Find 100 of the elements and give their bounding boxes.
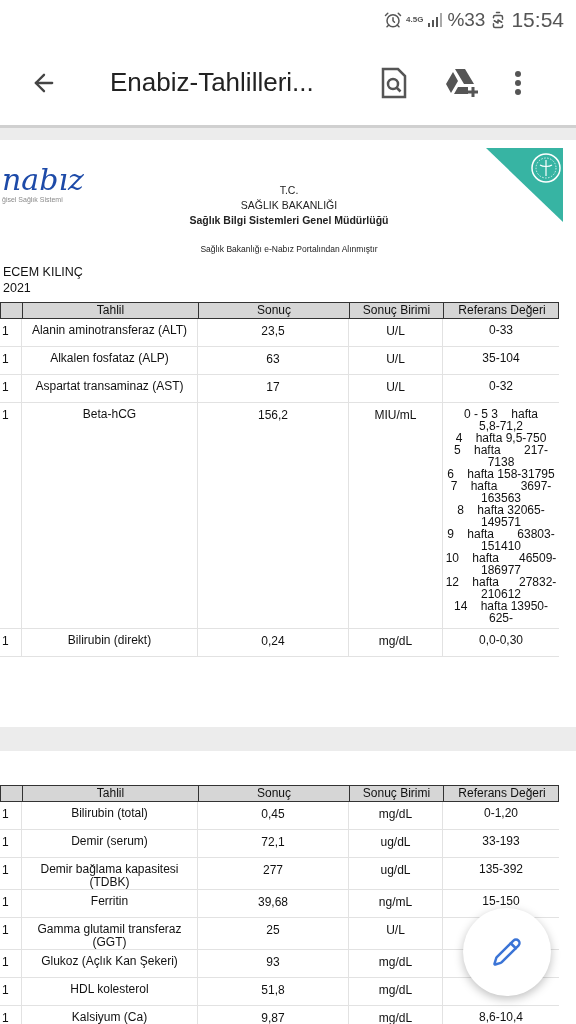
table-cell: Alanin aminotransferaz (ALT) [31,322,188,337]
table-cell-text: 186977 [479,563,522,576]
patient-name: ECEM KILINÇ [3,263,84,280]
table-cell: Gamma glutamil transferaz (GGT) [37,922,182,949]
table-cell: ng/mL [378,895,413,909]
table-cell: mg/dL [378,807,413,821]
table-cell: 1 [2,807,9,821]
table-cell-text: 0 - 5 3 hafta [462,407,539,420]
table-cell: 93 [266,955,280,969]
table-cell: 1 [2,351,9,366]
table-cell: 72,1 [261,835,285,849]
table-cell-text: 33-193 [481,835,521,847]
logo-text: nabız [2,166,85,194]
table-cell-text: 9 hafta 63803- [446,527,556,540]
table-cell: mg/dL [378,1011,413,1024]
clock: 15:54 [511,7,564,34]
table-cell: 1 [2,1011,9,1024]
table-cell: Demir bağlama kapasitesi (TDBK) [40,862,179,889]
table-cell: 9,87 [261,1011,285,1024]
table-cell: 23,5 [261,323,285,338]
table-cell-text: 14 hafta 13950- [452,599,550,612]
table-cell-text: 149571 [479,515,522,528]
table-cell-text: 0-32 [488,379,514,392]
column-header: Sonuç Birimi [350,302,444,318]
table-cell: Glukoz (Açlık Kan Şekeri) [41,954,178,968]
table-cell-text: 7138 [486,455,516,468]
table-cell: Bilirubin (total) [71,806,148,820]
table-cell-text: 163563 [479,491,522,504]
table-cell: Beta-hCG [82,406,137,421]
table-cell-text: 0,0-0,30 [477,633,524,646]
table-cell-text: 210612 [479,587,522,600]
column-header: Sonuç [199,302,350,318]
table-cell: 51,8 [261,983,285,997]
table-cell: mg/dL [378,983,413,997]
report-date: 2021 [3,279,32,296]
header-line: T.C. [279,183,299,198]
table-cell: 277 [263,863,283,877]
column-header: Sonuç [199,786,350,801]
table-cell: ug/dL [380,863,411,877]
table-cell: 0,45 [261,807,285,821]
pencil-icon [492,937,522,967]
table-cell: HDL kolesterol [70,982,149,996]
column-header: Referans Değeri [457,786,547,801]
table-cell-text: 7 hafta 3697- [449,479,553,492]
signal-icon [427,13,444,27]
column-header: Tahlil [23,302,199,318]
document-title: Enabiz-Tahlilleri... [110,66,315,99]
table-cell-text: 10 hafta 46509- [444,551,558,564]
table-cell: U/L [386,351,405,366]
column-header: Tahlil [23,786,199,801]
table-cell: MIU/mL [374,407,417,422]
table-cell: 1 [2,983,9,997]
table-cell: 63 [266,351,280,366]
table-cell-text: 5 hafta 217- [452,443,550,456]
table-cell: 1 [2,923,9,937]
table-cell: 0,24 [261,633,285,648]
table-cell-text: 15-150 [481,895,521,907]
table-cell-text: 0-33 [488,323,514,336]
table-cell: U/L [386,923,405,937]
table-cell: 156,2 [258,407,288,422]
table-cell: 1 [2,379,9,394]
table-cell: 25 [266,923,280,937]
table-cell-text: 6 hafta 158-31795 [446,467,556,480]
table-cell: mg/dL [378,955,413,969]
table-cell: Kalsiyum (Ca) [71,1010,148,1024]
table-cell: U/L [386,323,405,338]
table-cell: ug/dL [380,835,411,849]
table-cell: 1 [2,895,9,909]
header-line: SAĞLIK BAKANLIĞI [240,198,338,213]
table-cell-text: 151410 [479,539,522,552]
battery-percent: %33 [447,7,486,32]
table-cell: 17 [266,379,280,394]
table-cell-text: 8 hafta 32065- [456,503,546,516]
table-cell: 1 [2,835,9,849]
header-line: Sağlık Bilgi Sistemleri Genel Müdürlüğü [189,213,389,228]
table-cell: 39,68 [258,895,288,909]
table-cell: Bilirubin (direkt) [67,632,152,647]
table-cell: 1 [2,633,9,648]
column-header: Sonuç Birimi [350,786,444,801]
table-cell: mg/dL [378,633,413,648]
table-cell: Ferritin [90,894,129,908]
table-cell: Demir (serum) [71,834,148,848]
network-label: 4.5G [406,16,424,24]
table-cell-text: 35-104 [481,351,521,364]
table-cell-text: 12 hafta 27832- [444,575,558,588]
ministry-emblem-icon [486,148,563,222]
table-cell-text: 0-1,20 [483,807,519,819]
table-cell: U/L [386,379,405,394]
table-cell-text: 4 hafta 9,5-750 [454,431,548,444]
table-cell: 1 [2,955,9,969]
table-cell: 1 [2,863,9,877]
table-cell: Aspartat transaminaz (AST) [35,378,184,393]
table-cell-text: 625- [488,611,514,624]
table-cell: 1 [2,323,9,338]
table-cell: 1 [2,407,9,422]
table-cell-text: 8,6-10,4 [477,1011,524,1023]
column-header: Referans Değeri [457,302,547,318]
source-note: Sağlık Bakanlığı e-Nabız Portalından Alınmıştır [200,243,378,256]
alarm-icon [384,11,403,29]
table-cell-text: 5,8-71,2 [477,419,524,432]
